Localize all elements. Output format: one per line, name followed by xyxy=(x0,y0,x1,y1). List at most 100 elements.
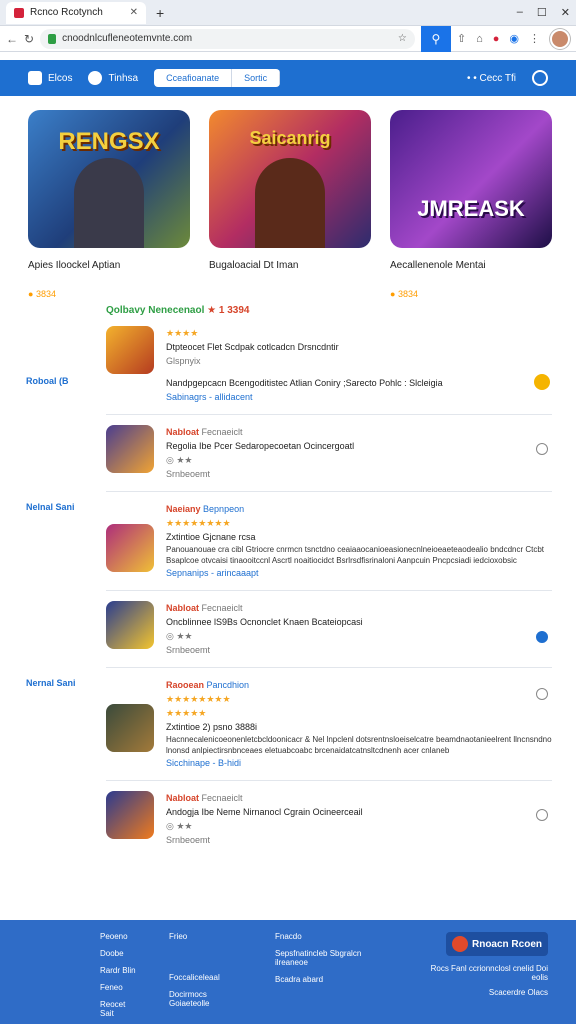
avatar[interactable] xyxy=(550,28,570,49)
app-tag: Nabloat xyxy=(166,427,200,437)
back-icon[interactable]: ← xyxy=(6,32,18,46)
new-tab-icon[interactable]: + xyxy=(150,5,170,21)
app-tag2: Fecnaeiclt xyxy=(201,793,243,803)
app-sub: Srnbeoemt xyxy=(166,469,211,479)
app-name[interactable]: Regolia Ibe Pcer Sedaropecoetan Ocincerg… xyxy=(166,439,552,453)
footer-link[interactable]: Doobe xyxy=(100,949,139,958)
list-item[interactable]: Nabloat Fecnaeiclt Regolia Ibe Pcer Seda… xyxy=(106,415,552,492)
character-figure-icon xyxy=(255,158,325,248)
app-rating-stars: ◎ ★★ xyxy=(166,631,193,641)
app-tag: Nabloat xyxy=(166,603,200,613)
list-item[interactable]: Nabloat Fecnaeiclt Andogja Ibe Neme Nirn… xyxy=(106,781,552,857)
url-text: cnoodnlcufleneotemvnte.com xyxy=(62,33,193,44)
app-tag: Nabloat xyxy=(166,793,200,803)
list-item[interactable]: Raooean Pancdhion ★★★★★★★★ ★★★★★ Zxtinti… xyxy=(26,668,552,781)
list-item[interactable]: ★★★★ Dtpteocet Flet Scdpak cotlcadcn Drs… xyxy=(26,316,552,415)
app-icon xyxy=(106,791,154,839)
app-name[interactable]: Zxtintioe 2) psno 3888i xyxy=(166,720,552,734)
app-tag2: Pancdhion xyxy=(206,680,250,690)
app-rating-stars: ◎ ★★ xyxy=(166,821,193,831)
footer-col: Peoeno Doobe Rardr Blin Feneo Reocet Sai… xyxy=(100,932,139,1024)
footer-link[interactable]: Feneo xyxy=(100,983,139,992)
menu-icon[interactable]: ⋮ xyxy=(529,32,540,45)
app-tag2: Fecnaeiclt xyxy=(201,603,243,613)
app-name[interactable]: Oncblinnee lS9Bs Ocnonclet Knaen Bcateio… xyxy=(166,615,552,629)
featured-art: JMREASK xyxy=(390,110,552,248)
footer-col: Fnacdo Sepsfnatincleb Sbgralcn ilreaneoe… xyxy=(275,932,390,1024)
app-icon xyxy=(106,704,154,752)
extension-icon[interactable]: ◉ xyxy=(509,32,519,45)
section-title-text: Qolbavy Nenecenaol xyxy=(106,305,205,316)
featured-rating-value: 3834 xyxy=(35,289,56,299)
nav-home[interactable]: Tinhsa xyxy=(88,71,138,85)
pin-icon[interactable]: ⇧ xyxy=(457,32,466,45)
header-status: • • Cecc Tfi xyxy=(466,72,516,84)
url-input[interactable]: cnoodnlcufleneotemvnte.com ☆ xyxy=(40,28,415,49)
browser-tab[interactable]: Rcnco Rcotynch ✕ xyxy=(6,1,146,24)
featured-art: RENGSX xyxy=(28,110,190,248)
brand[interactable]: Elcos xyxy=(28,71,72,85)
reload-icon[interactable]: ↻ xyxy=(24,32,34,46)
featured-cards: RENGSX Apies Iloockel Aptian ● 3834 Saic… xyxy=(0,96,576,299)
featured-art-title: RENGSX xyxy=(58,128,160,155)
help-icon[interactable] xyxy=(532,70,548,86)
search-button[interactable]: ⚲ xyxy=(420,25,451,52)
record-icon[interactable]: ● xyxy=(493,33,500,45)
seg-right[interactable]: Sortic xyxy=(232,69,281,87)
lock-icon[interactable]: ⌂ xyxy=(476,33,483,45)
featured-name: Apies Iloockel Aptian xyxy=(28,260,121,271)
footer-link[interactable]: Docirmocs Goiaeteolle xyxy=(169,990,245,1008)
address-bar: ← ↻ cnoodnlcufleneotemvnte.com ☆ ⚲ ⇧ ⌂ ●… xyxy=(0,25,576,52)
featured-card[interactable]: Saicanrig Bugaloacial Dt Iman xyxy=(209,110,371,299)
app-name[interactable]: Zxtintioe Gjcnane rcsa xyxy=(166,530,552,544)
brand-icon xyxy=(28,71,42,85)
character-figure-icon xyxy=(74,158,144,248)
app-icon xyxy=(106,601,154,649)
footer-link[interactable]: Fnacdo xyxy=(275,932,390,941)
app-sub: Srnbeoemt xyxy=(166,645,211,655)
app-link[interactable]: Sepnanips - arincaaapt xyxy=(166,566,552,580)
gear-icon[interactable] xyxy=(534,374,550,390)
featured-card[interactable]: RENGSX Apies Iloockel Aptian ● 3834 xyxy=(28,110,190,299)
footer-col: Frieo Foccaliceleaal Docirmocs Goiaeteol… xyxy=(169,932,245,1024)
options-icon[interactable] xyxy=(536,688,548,700)
logo-icon xyxy=(451,936,468,952)
bookmarks-bar xyxy=(0,52,576,60)
footer-link[interactable]: Reocet Sait xyxy=(100,1000,139,1018)
options-icon[interactable] xyxy=(536,809,548,821)
featured-art: Saicanrig xyxy=(209,110,371,248)
seg-left[interactable]: Cceafioanate xyxy=(154,69,233,87)
extensions: ⇧ ⌂ ● ◉ ⋮ xyxy=(457,28,570,49)
featured-card[interactable]: JMREASK Aecallenenole Mentai ● 3834 xyxy=(390,110,552,299)
footer-logo[interactable]: Rnoacn Rcoen xyxy=(445,932,548,956)
app-name[interactable]: Dtpteocet Flet Scdpak cotlcadcn Drsncdnt… xyxy=(166,340,552,354)
footer-link[interactable]: Foccaliceleaal xyxy=(169,973,245,982)
info-icon[interactable] xyxy=(536,631,548,643)
footer-link[interactable]: Rardr Blin xyxy=(100,966,139,975)
bookmark-star-icon[interactable]: ☆ xyxy=(398,33,407,44)
segmented-control: Cceafioanate Sortic xyxy=(154,69,281,87)
app-link[interactable]: Sicchinape - B-hidi xyxy=(166,756,552,770)
footer-link[interactable]: Frieo xyxy=(169,932,245,941)
close-window-icon[interactable]: ✕ xyxy=(561,6,570,19)
close-tab-icon[interactable]: ✕ xyxy=(130,7,138,18)
app-name[interactable]: Andogja Ibe Neme Nirnanocl Cgrain Ocinee… xyxy=(166,805,552,819)
app-tag2: Fecnaeiclt xyxy=(201,427,243,437)
minimize-icon[interactable]: – xyxy=(517,6,523,19)
app-icon xyxy=(106,425,154,473)
list-item[interactable]: Naeiany Bepnpeon ★★★★★★★★ Zxtintioe Gjcn… xyxy=(26,492,552,591)
footer-brand-sub2: Scacerdre Olacs xyxy=(488,988,548,997)
footer-link[interactable]: Bcadra abard xyxy=(275,975,390,984)
footer-link[interactable]: Sepsfnatincleb Sbgralcn ilreaneoe xyxy=(275,949,390,967)
options-icon[interactable] xyxy=(536,443,548,455)
footer-brand-name: Rnoacn Rcoen xyxy=(471,938,542,950)
list-item[interactable]: Nabloat Fecnaeiclt Oncblinnee lS9Bs Ocno… xyxy=(106,591,552,668)
app-list: ★★★★ Dtpteocet Flet Scdpak cotlcadcn Drs… xyxy=(0,316,576,857)
app-icon xyxy=(106,326,154,374)
footer-link[interactable]: Peoeno xyxy=(100,932,139,941)
app-desc: Panouanouae cra cibl Gtriocre cnrmcn tsn… xyxy=(166,545,545,565)
featured-rating: ● 3834 xyxy=(28,289,56,299)
app-link[interactable]: Sabinagrs - allidacent xyxy=(166,390,552,404)
row-side-label: Roboal (B xyxy=(26,376,69,386)
maximize-icon[interactable]: ☐ xyxy=(537,6,547,19)
